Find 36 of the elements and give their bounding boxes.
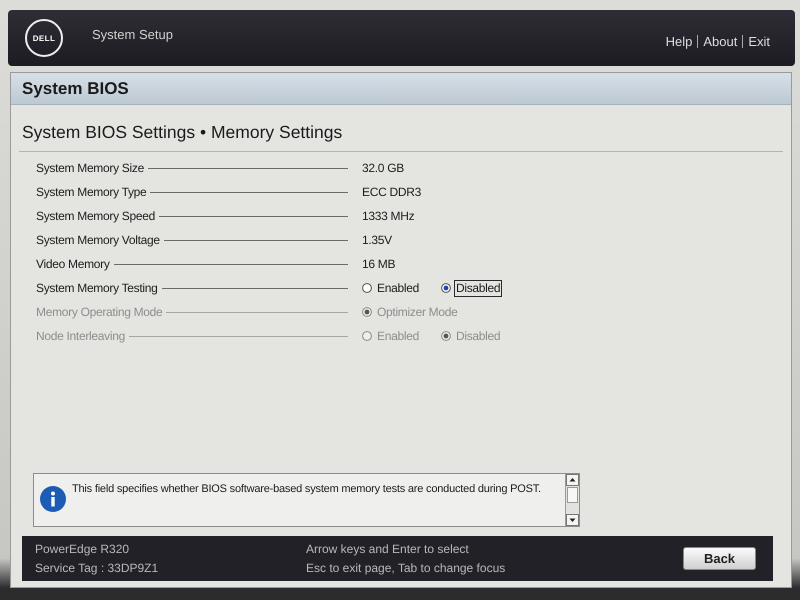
radio-button-icon[interactable] [441, 283, 451, 293]
page-title: System BIOS [11, 73, 791, 105]
scrollbar[interactable] [565, 474, 579, 526]
option-label[interactable]: Disabled [454, 280, 502, 296]
help-text: This field specifies whether BIOS software-based system memory tests are conducted during POST. [72, 483, 541, 495]
info-icon [40, 486, 66, 512]
model-name: PowerEdge R320 [35, 542, 130, 556]
key-hint: Arrow keys and Enter to select [306, 542, 470, 556]
scrollbar-thumb[interactable] [567, 487, 578, 503]
breadcrumb-title: System BIOS Settings • Memory Settings [19, 122, 783, 152]
option-label: Enabled [376, 328, 420, 344]
option-label: Optimizer Mode [376, 304, 458, 320]
setting-value: 16 MB [362, 257, 396, 271]
setting-label: Video Memory [36, 257, 110, 271]
radio-button-icon[interactable] [362, 283, 372, 293]
setting-label: Memory Operating Mode [36, 305, 162, 319]
header-link[interactable]: Help [660, 34, 698, 48]
service-tag: Service Tag : 33DP9Z1 [35, 561, 306, 575]
setting-label: System Memory Voltage [36, 233, 160, 247]
setting-value: ECC DDR3 [362, 185, 422, 199]
setting-value: 1333 MHz [362, 209, 416, 223]
setting-value: 1.35V [362, 233, 393, 247]
setting-value: 32.0 GB [362, 161, 405, 175]
key-hint: Esc to exit page, Tab to change focus [306, 561, 506, 575]
app-title: System Setup [92, 26, 173, 42]
back-button[interactable]: Back [683, 547, 756, 570]
setting-label: System Memory Speed [36, 209, 156, 223]
option-label[interactable]: Enabled [375, 280, 421, 296]
logo: DELL [25, 19, 63, 57]
setting-label: System Memory Size [36, 161, 144, 175]
setting-label: System Memory Type [36, 185, 146, 199]
header-link[interactable]: Exit [743, 34, 775, 48]
setting-label: System Memory Testing [36, 281, 158, 295]
setting-label: Node Interleaving [36, 329, 125, 343]
header-link[interactable]: About [698, 34, 742, 48]
option-label: Disabled [455, 328, 502, 344]
